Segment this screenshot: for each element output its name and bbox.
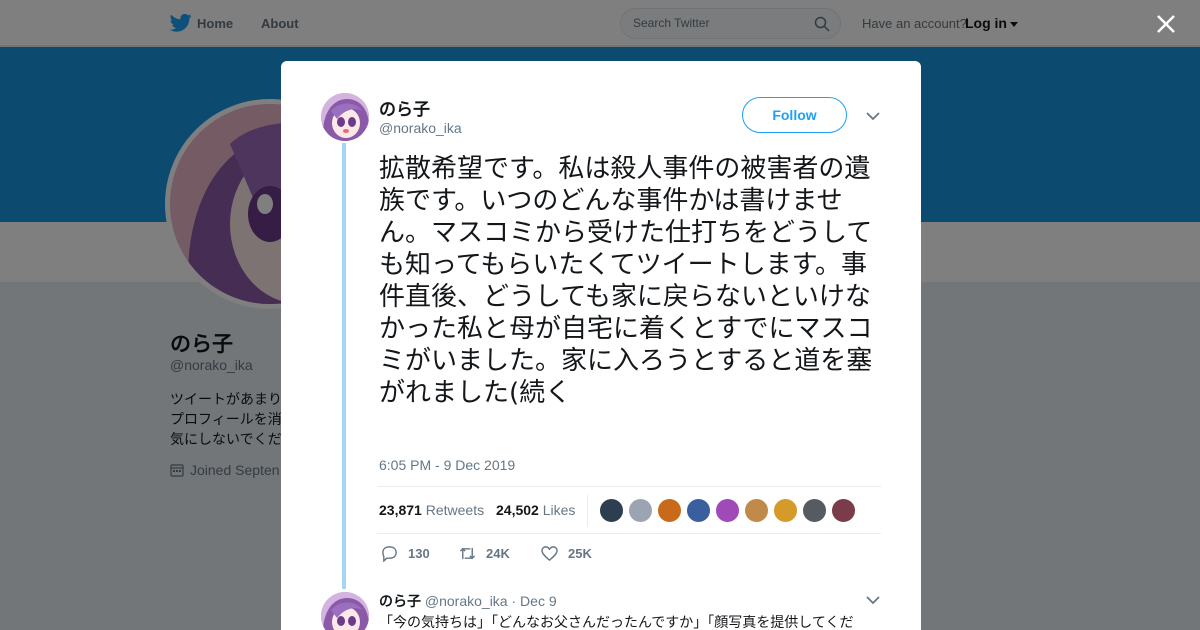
stats-divider [587, 495, 588, 527]
retweets-stat[interactable]: 23,871 Retweets [379, 502, 484, 518]
reply-text: 「今の気持ちは」「どんなお父さんだったんですか」「顔写真を提供してくだ [379, 615, 854, 630]
likes-label: Likes [542, 502, 576, 518]
liker-avatar[interactable] [715, 498, 740, 523]
author-handle[interactable]: @norako_ika [379, 120, 462, 136]
likes-count: 24,502 [496, 502, 539, 518]
heart-icon [541, 546, 558, 562]
tweet-modal: のら子 @norako_ika Follow 拡散希望です。私は殺人事件の被害者… [281, 61, 921, 630]
reply-separator: · [511, 593, 517, 609]
close-icon[interactable] [1155, 13, 1177, 35]
liker-avatar[interactable] [657, 498, 682, 523]
liker-avatar[interactable] [599, 498, 624, 523]
reply-button[interactable]: 130 [381, 545, 430, 563]
avatar-illustration [321, 93, 369, 141]
reply-author-handle[interactable]: @norako_ika [425, 593, 508, 609]
liker-avatar[interactable] [831, 498, 856, 523]
reply-author-name[interactable]: のら子 [379, 593, 421, 609]
retweet-button[interactable]: 24K [459, 545, 510, 562]
reply-author-avatar[interactable] [321, 592, 369, 630]
author-name[interactable]: のら子 [379, 95, 430, 120]
likes-stat[interactable]: 24,502 Likes [496, 502, 575, 518]
retweet-icon [459, 547, 476, 560]
chevron-down-icon[interactable] [866, 595, 880, 605]
liker-avatar[interactable] [686, 498, 711, 523]
tweet-timestamp[interactable]: 6:05 PM - 9 Dec 2019 [379, 457, 515, 473]
tweet-text: 拡散希望です。私は殺人事件の被害者の遺族です。いつのどんな事件かは書けません。マ… [379, 154, 873, 408]
retweets-label: Retweets [425, 502, 485, 518]
liker-avatar[interactable] [802, 498, 827, 523]
liker-avatar[interactable] [628, 498, 653, 523]
thread-line [342, 143, 346, 589]
reply-icon [382, 546, 397, 563]
liker-avatar[interactable] [773, 498, 798, 523]
reply-header: のら子 @norako_ika · Dec 9 [379, 591, 557, 611]
reply-date[interactable]: Dec 9 [520, 593, 557, 609]
reply-count: 130 [408, 546, 430, 561]
follow-button[interactable]: Follow [742, 97, 847, 133]
avatar-illustration [321, 592, 369, 630]
like-button[interactable]: 25K [541, 545, 592, 562]
tweet-stats: 23,871 Retweets 24,502 Likes [377, 486, 881, 534]
author-avatar[interactable] [321, 93, 369, 141]
chevron-down-icon[interactable] [866, 111, 880, 121]
liker-avatar[interactable] [744, 498, 769, 523]
retweets-count: 23,871 [379, 502, 422, 518]
like-count: 25K [568, 546, 592, 561]
retweet-count: 24K [486, 546, 510, 561]
